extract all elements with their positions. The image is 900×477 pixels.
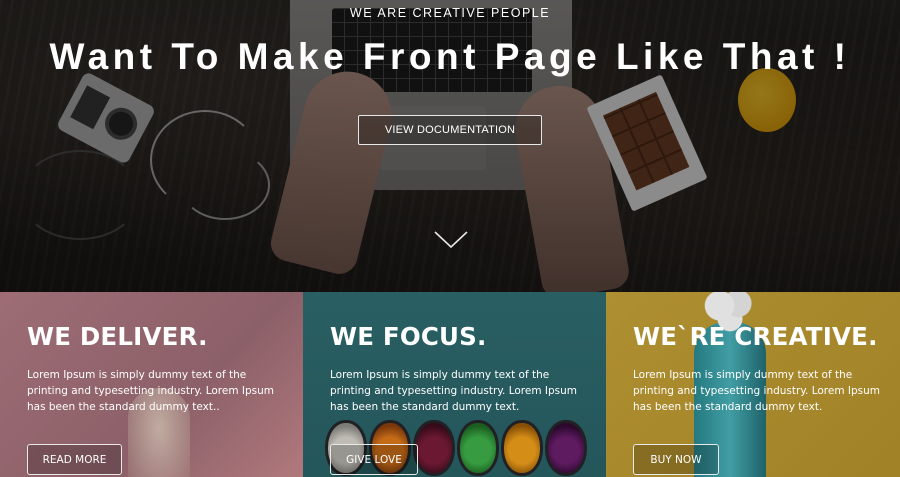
view-documentation-button[interactable]: VIEW DOCUMENTATION: [358, 115, 542, 145]
panel-text: Lorem Ipsum is simply dummy text of the …: [27, 369, 275, 413]
panel-text: Lorem Ipsum is simply dummy text of the …: [633, 369, 881, 413]
read-more-button[interactable]: READ MORE: [27, 444, 122, 475]
panel-heading: WE FOCUS.: [330, 322, 487, 351]
feature-panels: WE DELIVER. Lorem Ipsum is simply dummy …: [0, 292, 900, 477]
panel-heading: WE`RE CREATIVE.: [633, 322, 878, 351]
feature-panel-creative: WE`RE CREATIVE. Lorem Ipsum is simply du…: [606, 292, 900, 477]
chevron-down-icon[interactable]: [433, 228, 469, 250]
hero-section: WE ARE CREATIVE PEOPLE Want To Make Fron…: [0, 0, 900, 292]
hero-title: Want To Make Front Page Like That !: [49, 36, 851, 77]
panel-heading: WE DELIVER.: [27, 322, 208, 351]
panel-text: Lorem Ipsum is simply dummy text of the …: [330, 369, 578, 413]
give-love-button[interactable]: GIVE LOVE: [330, 444, 418, 475]
buy-now-button[interactable]: BUY NOW: [633, 444, 719, 475]
feature-panel-deliver: WE DELIVER. Lorem Ipsum is simply dummy …: [0, 292, 303, 477]
hero-subtitle: WE ARE CREATIVE PEOPLE: [349, 6, 551, 20]
feature-panel-focus: WE FOCUS. Lorem Ipsum is simply dummy te…: [303, 292, 606, 477]
